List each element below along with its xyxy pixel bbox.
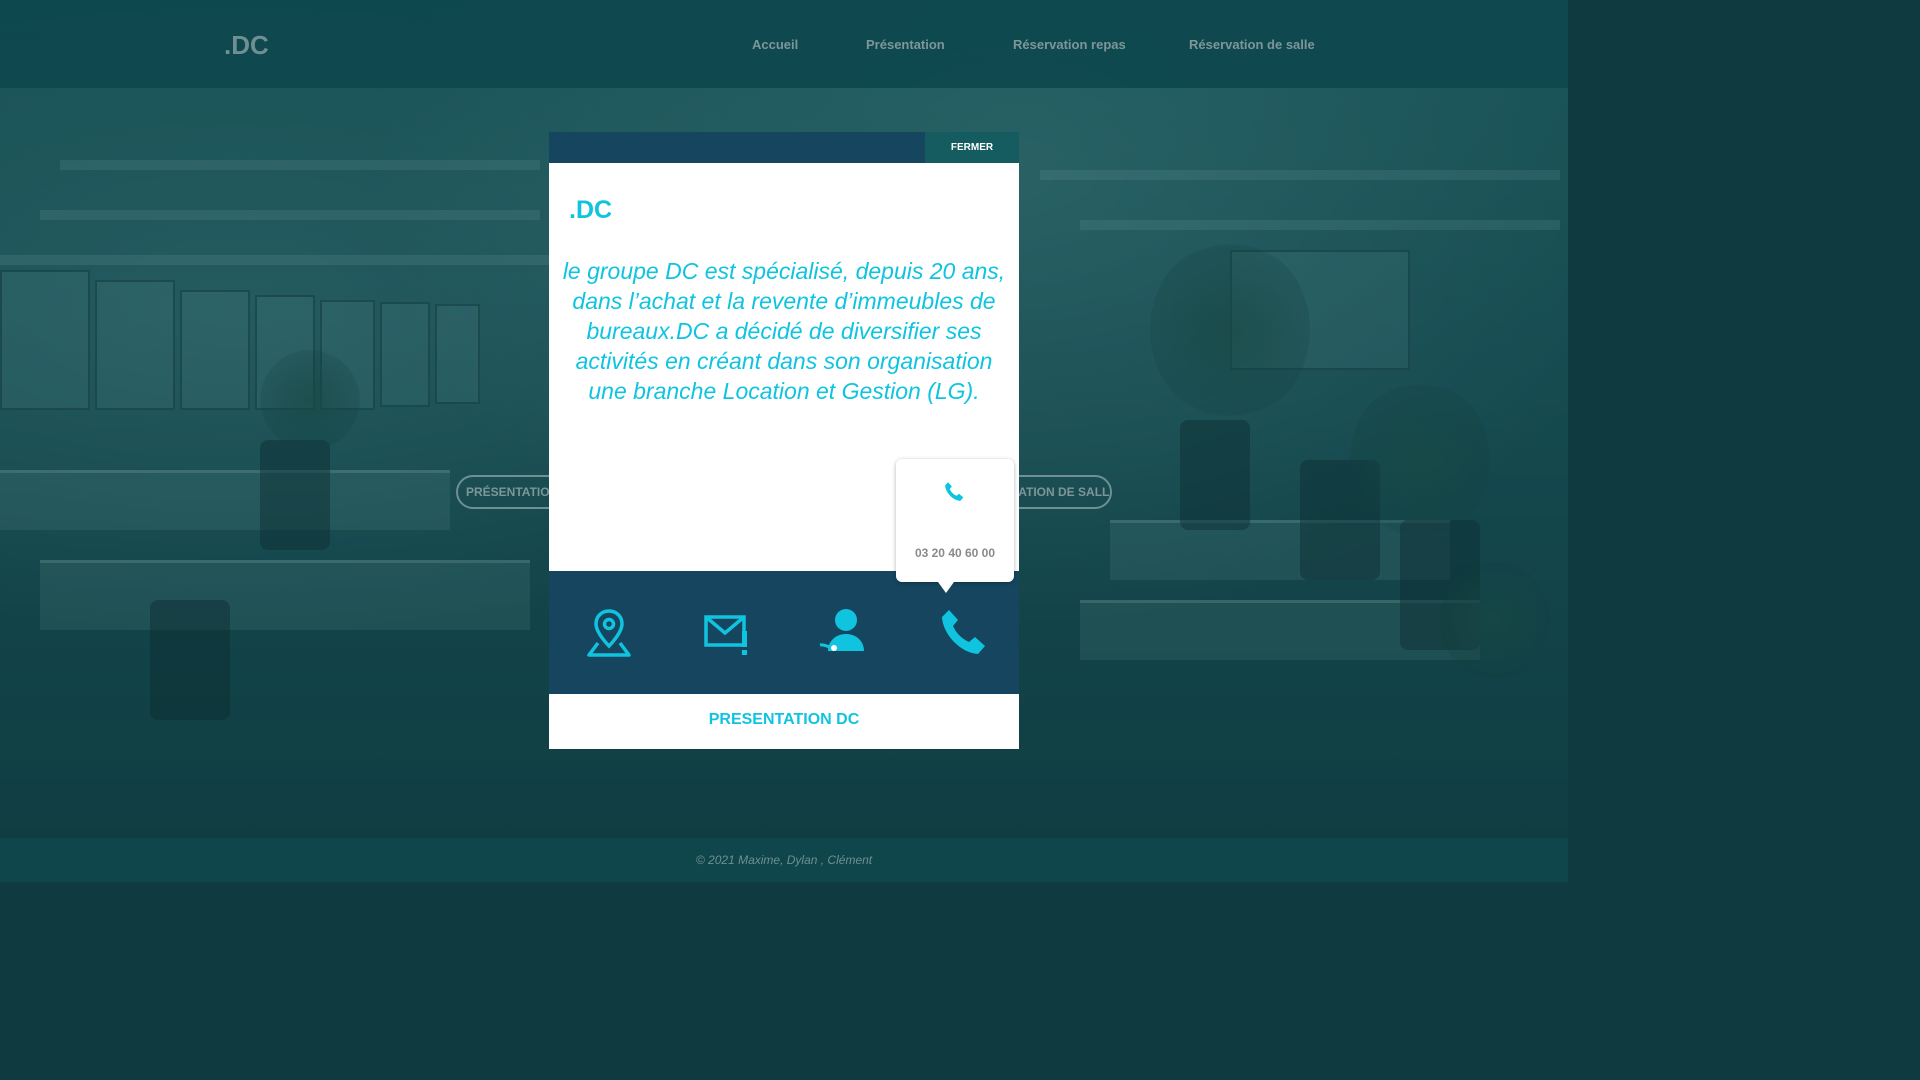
phone-tooltip: 03 20 40 60 00 xyxy=(896,459,1014,593)
presentation-modal: FERMER .DC le groupe DC est spécialisé, … xyxy=(549,132,1019,749)
location-pin-icon[interactable] xyxy=(583,607,635,659)
phone-number[interactable]: 03 20 40 60 00 xyxy=(896,546,1014,560)
modal-brand-title: .DC xyxy=(569,196,613,224)
modal-footer-title: PRESENTATION DC xyxy=(708,711,860,728)
site-header: .DC Accueil Présentation Réservation rep… xyxy=(0,0,1568,88)
phone-icon xyxy=(943,481,965,503)
nav-accueil[interactable]: Accueil xyxy=(752,37,798,52)
mail-alert-icon[interactable] xyxy=(702,607,754,659)
close-button[interactable]: FERMER xyxy=(925,132,1019,163)
user-support-icon[interactable] xyxy=(818,607,870,659)
nav-reservation-repas[interactable]: Réservation repas xyxy=(1013,37,1126,52)
nav-reservation-salle[interactable]: Réservation de salle xyxy=(1189,37,1315,52)
phone-icon[interactable] xyxy=(937,607,989,659)
nav-presentation[interactable]: Présentation xyxy=(866,37,945,52)
site-logo[interactable]: .DC xyxy=(224,30,269,61)
modal-description: le groupe DC est spécialisé, depuis 20 a… xyxy=(562,258,1006,404)
modal-top-bar: FERMER xyxy=(549,132,1019,163)
site-footer: © 2021 Maxime, Dylan , Clément xyxy=(0,838,1568,882)
copyright-text: © 2021 Maxime, Dylan , Clément xyxy=(695,853,873,867)
